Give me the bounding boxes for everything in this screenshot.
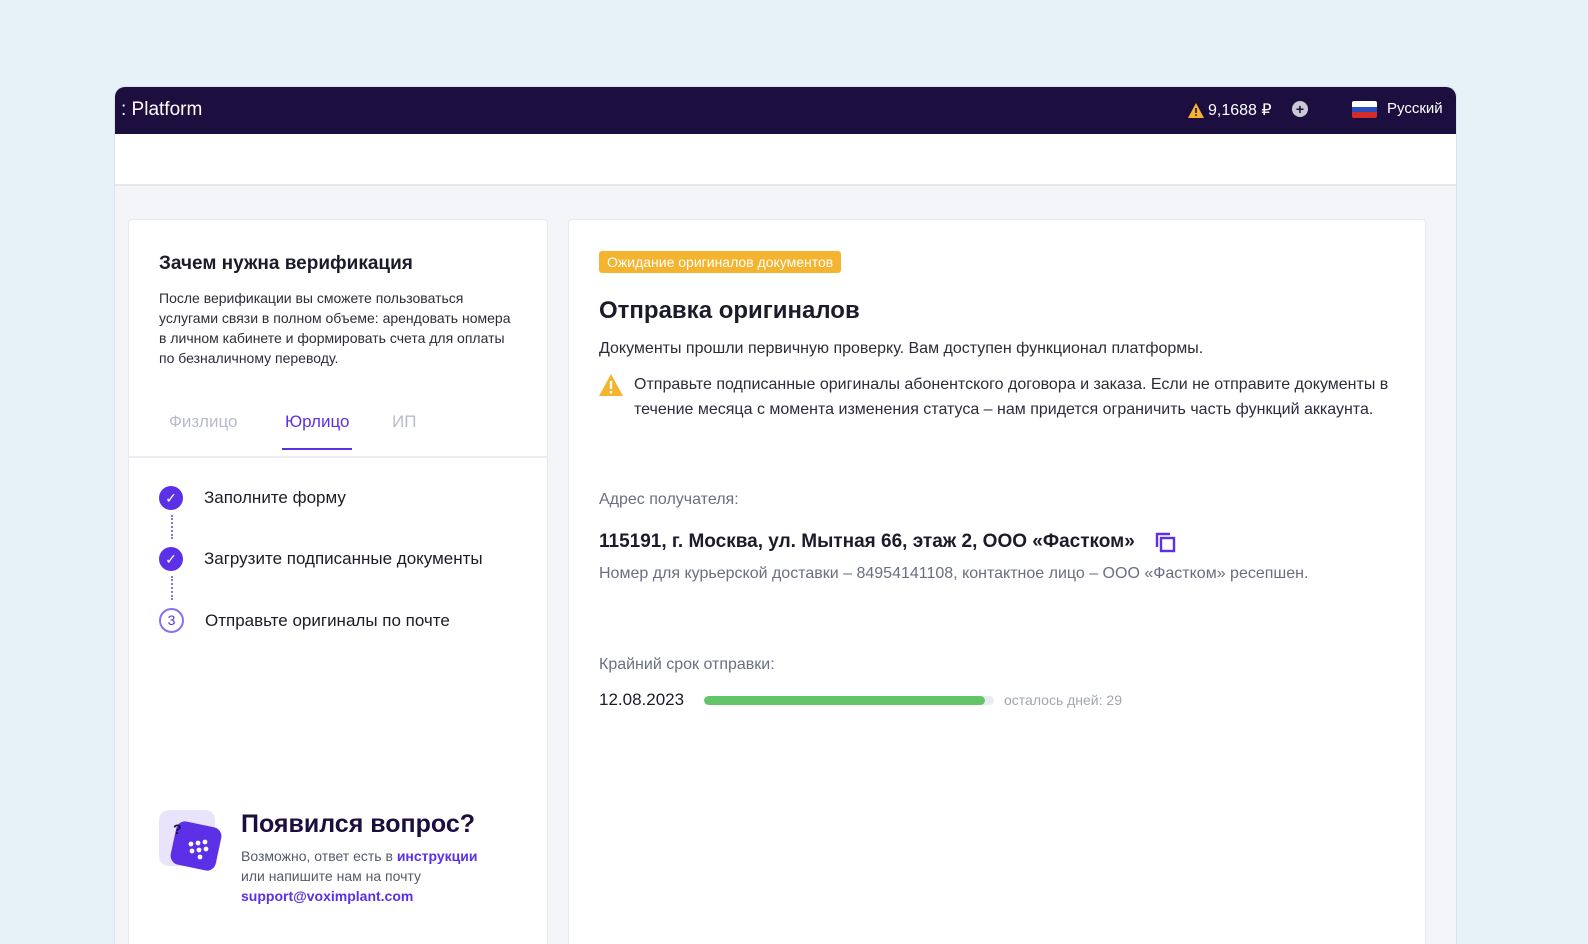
phone-question-icon: ? [159,810,222,871]
step-connector [171,576,173,600]
step-connector [171,515,173,539]
warning-icon [599,374,623,396]
step-number: 3 [159,608,184,633]
step-label: Загрузите подписанные документы [204,549,483,568]
add-funds-icon[interactable]: + [1292,101,1308,117]
check-icon: ✓ [159,547,183,571]
balance-value: 9,1688 ₽ [1208,102,1272,119]
deadline-label: Крайний срок отправки: [599,656,775,673]
deadline-progress-fill [704,696,986,705]
deadline-date: 12.08.2023 [599,690,685,709]
step-send-originals: 3 Отправьте оригиналы по почте [159,608,450,633]
question-title: Появился вопрос? [241,810,476,838]
recipient-address: 115191, г. Москва, ул. Мытная 66, этаж 2… [599,530,1177,554]
why-verification-title: Зачем нужна верификация [159,253,413,274]
tab-individual[interactable]: Физлицо [169,412,237,448]
step-upload-documents: ✓ Загрузите подписанные документы [159,547,483,571]
svg-text:?: ? [173,821,182,837]
russia-flag-icon[interactable] [1352,101,1377,118]
top-bar: : Platform 9,1688 ₽ + Русский [115,87,1456,134]
app-window: : Platform 9,1688 ₽ + Русский Зачем нужн… [115,87,1456,944]
tab-legal-entity[interactable]: Юрлицо [282,412,353,450]
step-label: Заполните форму [204,488,346,507]
verification-info-card: Зачем нужна верификация После верификаци… [128,219,548,944]
platform-brand[interactable]: : Platform [121,99,202,121]
days-left: осталось дней: 29 [1004,692,1122,708]
question-text-mid: или напишите нам на почту [241,868,421,884]
page-title: Отправка оригиналов [599,297,860,324]
address-label: Адрес получателя: [599,491,739,508]
language-selector[interactable]: Русский [1387,100,1443,117]
why-verification-text: После верификации вы сможете пользоватьс… [159,290,511,366]
deadline-progress-bar [704,696,994,705]
tab-sole-proprietor[interactable]: ИП [392,412,416,448]
question-text-before: Возможно, ответ есть в [241,848,397,864]
step-label: Отправьте оригиналы по почте [205,610,450,630]
question-text: Возможно, ответ есть в инструкции или на… [241,846,531,906]
copy-icon[interactable] [1153,530,1177,554]
status-badge: Ожидание оригиналов документов [599,251,842,273]
step-fill-form: ✓ Заполните форму [159,486,346,510]
status-description: Документы прошли первичную проверку. Вам… [599,340,1204,357]
warning-icon [1188,102,1204,118]
instructions-link[interactable]: инструкции [397,848,478,864]
balance-indicator[interactable]: 9,1688 ₽ [1188,100,1272,120]
courier-note: Номер для курьерской доставки – 84954141… [599,565,1309,582]
entity-tabs: Физлицо Юрлицо ИП [129,400,547,458]
check-icon: ✓ [159,486,183,510]
address-text: 115191, г. Москва, ул. Мытная 66, этаж 2… [599,531,1135,552]
sub-header [115,134,1456,186]
originals-card: Ожидание оригиналов документов Отправка … [568,219,1426,944]
support-email-link[interactable]: support@voximplant.com [241,888,413,904]
warning-text: Отправьте подписанные оригиналы абонентс… [634,376,1389,418]
